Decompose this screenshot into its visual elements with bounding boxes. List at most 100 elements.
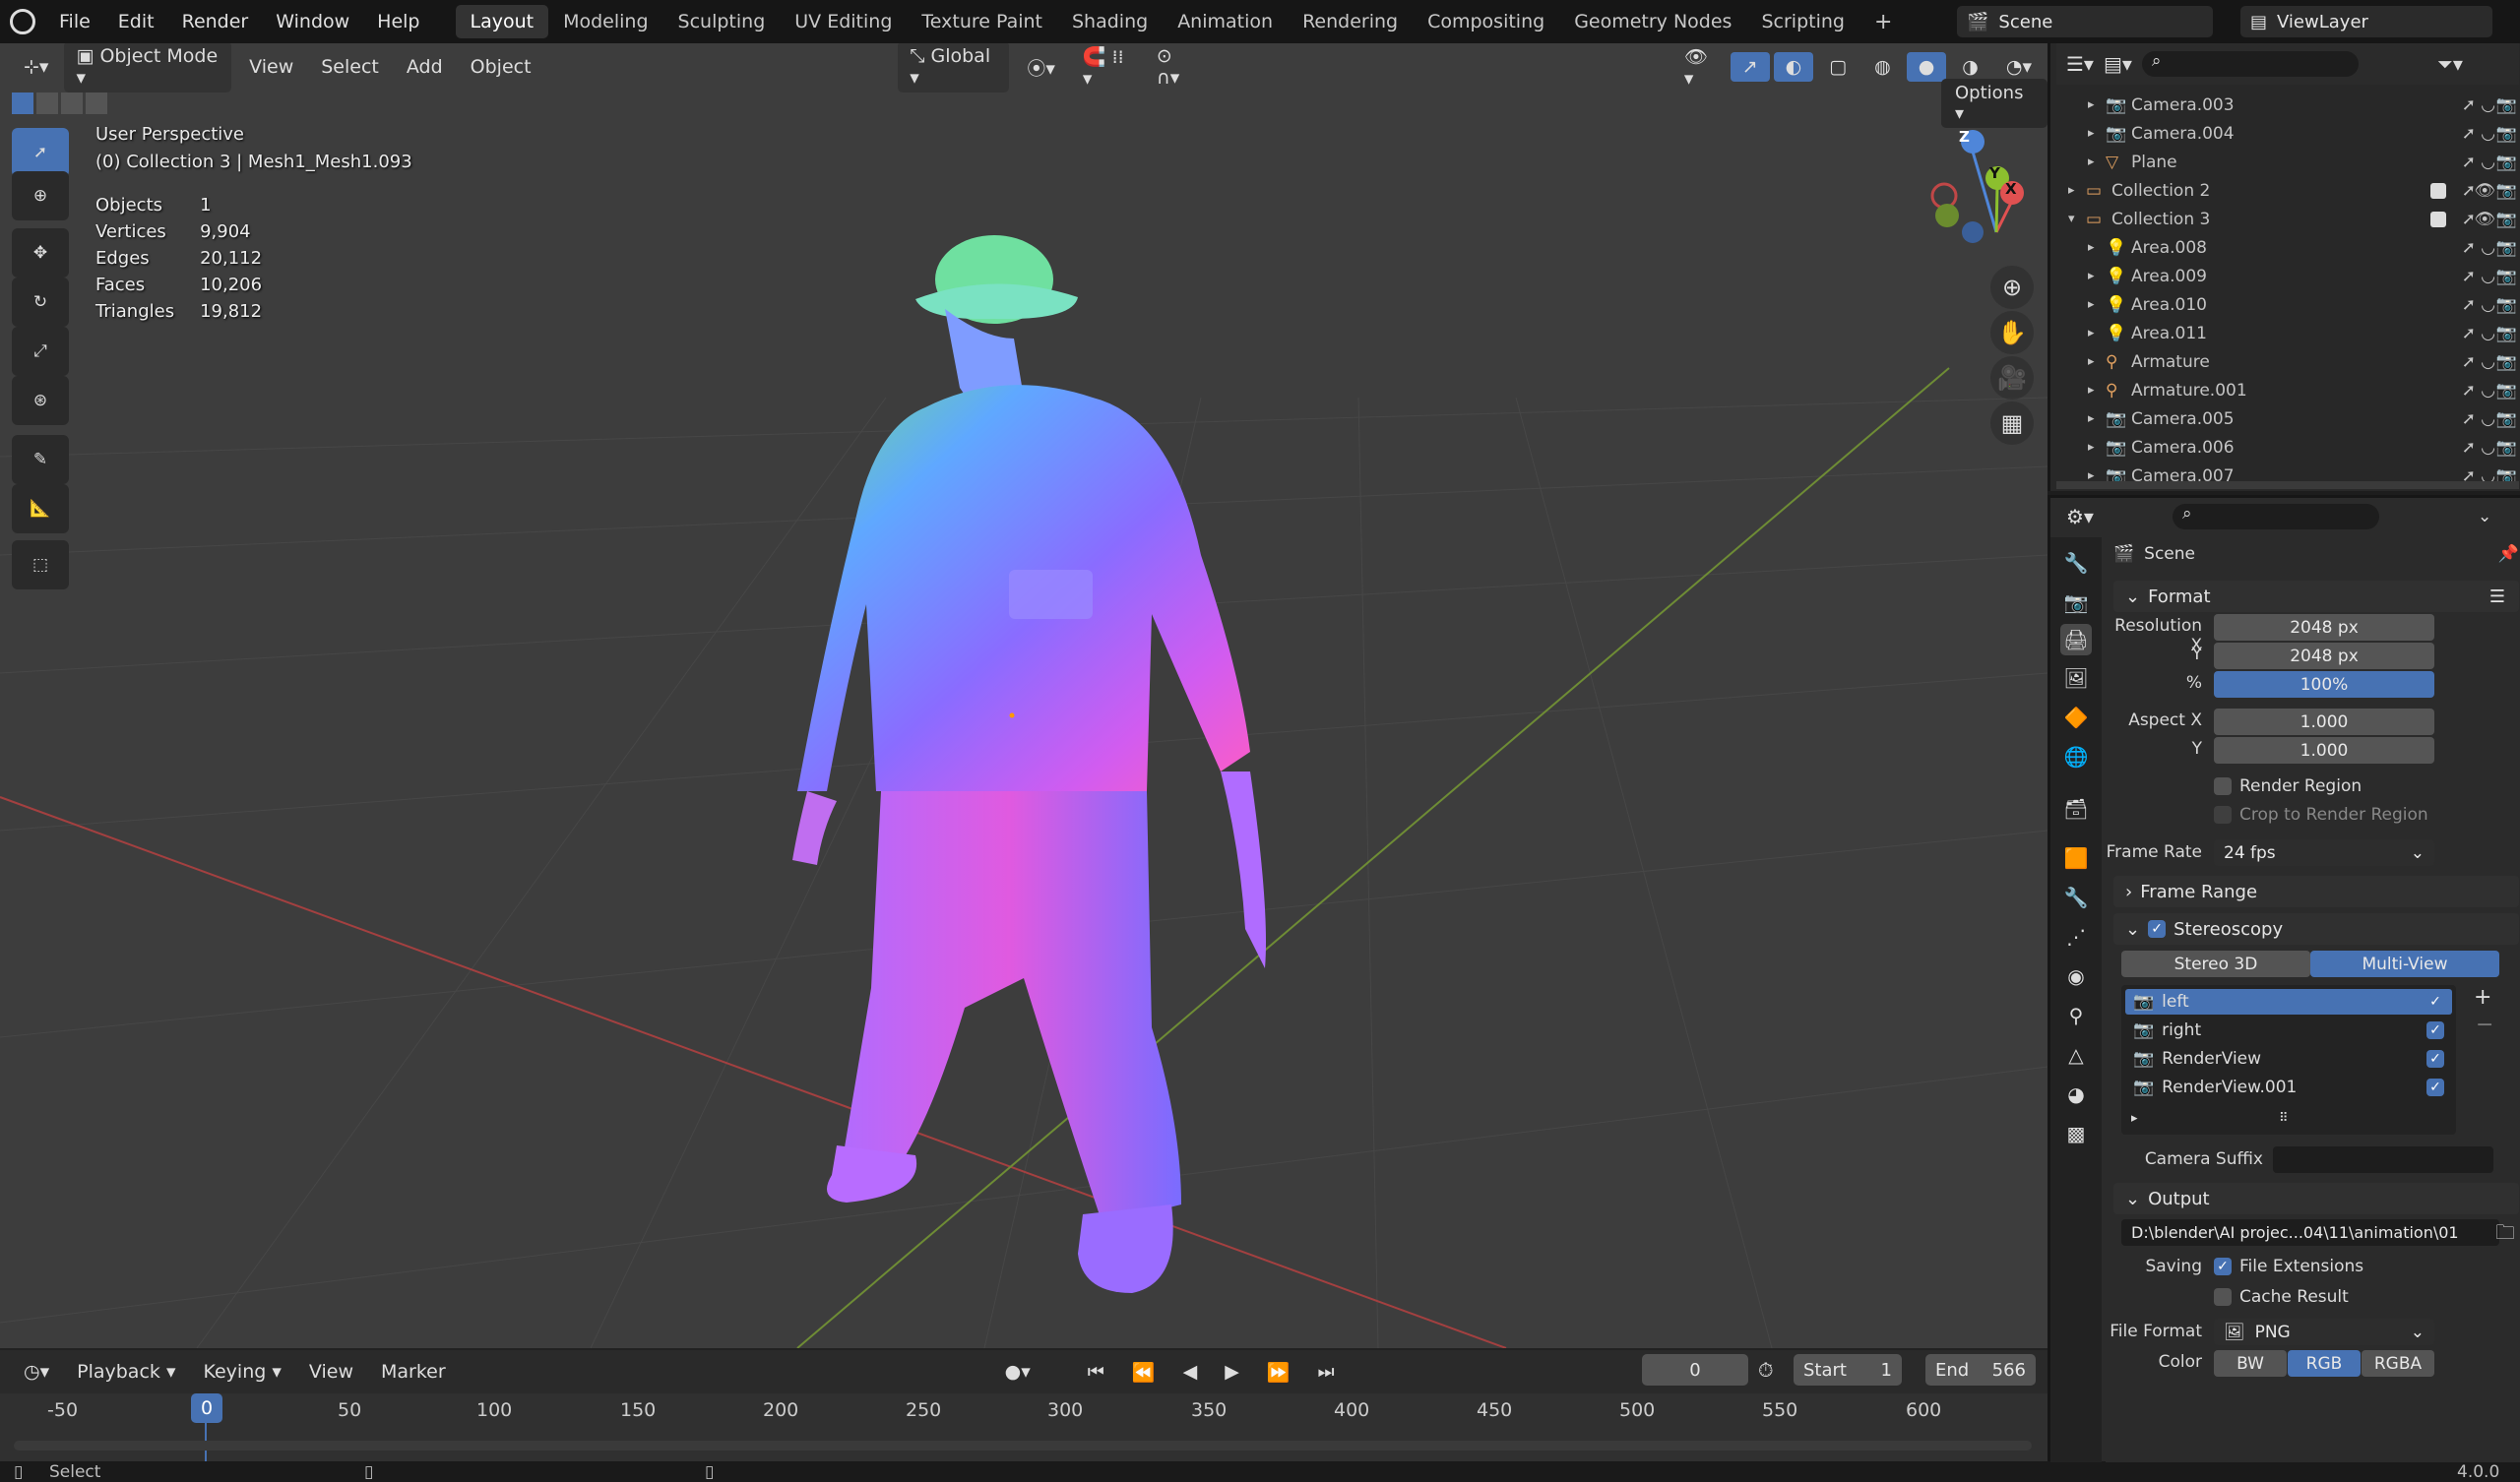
pan-hand-icon[interactable]: ✋ bbox=[1990, 311, 2034, 354]
outliner-row[interactable]: ▸ 💡 Area.009 ➚ ◡ 📷 bbox=[2050, 262, 2520, 290]
outliner-row[interactable]: ▸ 📷 Camera.005 ➚ ◡ 📷 bbox=[2050, 404, 2520, 433]
crop-region-checkbox[interactable]: Crop to Render Region bbox=[2214, 805, 2428, 825]
display-mode-icon[interactable]: ▤▾ bbox=[2104, 52, 2132, 76]
outliner-row[interactable]: ▸ 📷 Camera.006 ➚ ◡ 📷 bbox=[2050, 433, 2520, 462]
menu-timeline-view[interactable]: View bbox=[297, 1357, 365, 1387]
hide-viewport-icon[interactable]: ◡ bbox=[2481, 124, 2495, 144]
outliner-row[interactable]: ▸ 📷 Camera.004 ➚ ◡ 📷 bbox=[2050, 119, 2520, 148]
properties-editor[interactable]: ⚙▾ ⌕ ⌄ 🔧 📷 🖨 🖼 🔶 🌐 🗃 🟧 🔧 ⋰ ◉ ⚲ △ ◕ ▩ 🎬 S… bbox=[2048, 495, 2520, 1462]
restrict-select-icon[interactable]: ➚ bbox=[2462, 95, 2476, 115]
tab-sculpting[interactable]: Sculpting bbox=[663, 5, 781, 38]
hide-viewport-icon[interactable]: ◡ bbox=[2481, 238, 2495, 258]
selection-mode-buttons[interactable] bbox=[12, 93, 107, 114]
timeline-scrollbar[interactable] bbox=[14, 1441, 2032, 1451]
scene-selector[interactable]: 🎬 Scene bbox=[1957, 6, 2213, 37]
outliner-scrollbar[interactable] bbox=[2056, 481, 2519, 489]
format-panel-header[interactable]: ⌄ Format ☰ bbox=[2113, 581, 2519, 612]
outliner-row[interactable]: ▸ 📷 Camera.003 ➚ ◡ 📷 bbox=[2050, 91, 2520, 119]
list-filter-toggle-icon[interactable]: ▸ bbox=[2131, 1111, 2138, 1126]
tab-rendering[interactable]: Rendering bbox=[1288, 5, 1413, 38]
properties-editor-icon[interactable]: ⚙▾ bbox=[2066, 505, 2094, 528]
hide-viewport-icon[interactable]: ◡ bbox=[2481, 267, 2495, 286]
render-camera-icon[interactable]: 📷 bbox=[2496, 438, 2517, 458]
outliner-row[interactable]: ▸ ⚲ Armature ➚ ◡ 📷 bbox=[2050, 347, 2520, 376]
render-camera-icon[interactable]: 📷 bbox=[2496, 124, 2517, 144]
tab-compositing[interactable]: Compositing bbox=[1413, 5, 1559, 38]
world-tab-icon[interactable]: 🌐 bbox=[2060, 741, 2092, 772]
menu-object[interactable]: Object bbox=[459, 52, 543, 82]
zoom-icon[interactable]: ⊕ bbox=[1990, 266, 2034, 309]
hide-viewport-icon[interactable]: ◡ bbox=[2481, 381, 2495, 401]
jump-end-icon[interactable]: ⏭ bbox=[1306, 1357, 1347, 1387]
scene-tab-icon[interactable]: 🔶 bbox=[2060, 702, 2092, 733]
auto-key-icon[interactable]: ●▾ bbox=[993, 1357, 1042, 1387]
menu-view[interactable]: View bbox=[237, 52, 305, 82]
blender-logo-icon[interactable] bbox=[10, 9, 35, 34]
tab-shading[interactable]: Shading bbox=[1057, 5, 1163, 38]
physics-tab-icon[interactable]: ◉ bbox=[2060, 960, 2092, 992]
expand-arrow-icon[interactable]: ▸ bbox=[2088, 411, 2106, 426]
outliner-row[interactable]: ▸ ▽ Plane ➚ ◡ 📷 bbox=[2050, 148, 2520, 176]
tab-modeling[interactable]: Modeling bbox=[548, 5, 662, 38]
stereo-3d-button[interactable]: Stereo 3D bbox=[2121, 951, 2310, 977]
menu-marker[interactable]: Marker bbox=[369, 1357, 458, 1387]
menu-select[interactable]: Select bbox=[309, 52, 391, 82]
hide-viewport-icon[interactable]: 👁 bbox=[2474, 181, 2495, 201]
editor-type-icon[interactable]: ⊹▾ bbox=[12, 52, 60, 82]
restrict-select-icon[interactable]: ➚ bbox=[2462, 267, 2476, 286]
render-camera-icon[interactable]: 📷 bbox=[2496, 238, 2517, 258]
render-camera-icon[interactable]: 📷 bbox=[2496, 153, 2517, 172]
remove-view-icon[interactable]: − bbox=[2476, 1013, 2493, 1037]
select-new-icon[interactable] bbox=[12, 93, 33, 114]
tab-texture-paint[interactable]: Texture Paint bbox=[907, 5, 1057, 38]
tab-animation[interactable]: Animation bbox=[1163, 5, 1288, 38]
menu-render[interactable]: Render bbox=[168, 11, 263, 32]
restrict-select-icon[interactable]: ➚ bbox=[2462, 381, 2476, 401]
menu-file[interactable]: File bbox=[45, 11, 104, 32]
outliner[interactable]: ☰▾ ▤▾ ⌕ ⏷▾ ▸ 📷 Camera.003 ➚ ◡ 📷 ▸ 📷 Camera.004 ➚ ◡… bbox=[2048, 43, 2520, 491]
perspective-toggle-icon[interactable]: ▦ bbox=[1990, 401, 2034, 445]
view-enabled-checkbox[interactable]: ✓ bbox=[2426, 1079, 2444, 1096]
collapse-icon[interactable]: ⌄ bbox=[2478, 507, 2491, 526]
overlay-toggle-icon[interactable]: ◐ bbox=[1773, 52, 1814, 82]
list-resize-handle-icon[interactable]: ⠿ bbox=[2279, 1111, 2289, 1126]
outliner-search-input[interactable]: ⌕ bbox=[2141, 51, 2359, 77]
gizmo-toggle-icon[interactable]: ↗ bbox=[1730, 52, 1770, 82]
move-tool[interactable]: ✥ bbox=[12, 228, 69, 278]
playhead[interactable]: 0 bbox=[191, 1393, 222, 1423]
filter-icon[interactable]: ⏷▾ bbox=[2437, 52, 2463, 76]
pin-icon[interactable]: 📌 bbox=[2498, 544, 2519, 564]
color-rgba-button[interactable]: RGBA bbox=[2362, 1350, 2434, 1377]
render-camera-icon[interactable]: 📷 bbox=[2496, 352, 2517, 372]
hide-viewport-icon[interactable]: ◡ bbox=[2481, 295, 2495, 315]
expand-arrow-icon[interactable]: ▸ bbox=[2088, 440, 2106, 455]
annotate-tool[interactable]: ✎ bbox=[12, 435, 69, 484]
render-camera-icon[interactable]: 📷 bbox=[2496, 95, 2517, 115]
hide-viewport-icon[interactable]: ◡ bbox=[2481, 324, 2495, 343]
render-tab-icon[interactable]: 📷 bbox=[2060, 587, 2092, 618]
expand-arrow-icon[interactable]: ▸ bbox=[2088, 97, 2106, 112]
outliner-editor-icon[interactable]: ☰▾ bbox=[2066, 52, 2094, 76]
expand-arrow-icon[interactable]: ▸ bbox=[2068, 183, 2086, 198]
timeline-editor-type-icon[interactable]: ◷▾ bbox=[12, 1357, 61, 1387]
view-enabled-checkbox[interactable]: ✓ bbox=[2426, 1021, 2444, 1039]
camera-view-icon[interactable]: 🎥 bbox=[1990, 356, 2034, 400]
menu-keying[interactable]: Keying ▾ bbox=[191, 1357, 292, 1387]
list-item[interactable]: 📷 right ✓ bbox=[2125, 1018, 2452, 1043]
restrict-select-icon[interactable]: ➚ bbox=[2462, 124, 2476, 144]
outliner-row[interactable]: ▾ ▭ Collection 3 ➚ 👁 📷 bbox=[2050, 205, 2520, 233]
properties-search-input[interactable]: ⌕ bbox=[2172, 504, 2379, 529]
view-enabled-checkbox[interactable]: ✓ bbox=[2426, 1050, 2444, 1068]
render-camera-icon[interactable]: 📷 bbox=[2496, 409, 2517, 429]
select-subtract-icon[interactable] bbox=[61, 93, 83, 114]
outliner-row[interactable]: ▸ 💡 Area.008 ➚ ◡ 📷 bbox=[2050, 233, 2520, 262]
hide-viewport-icon[interactable]: ◡ bbox=[2481, 438, 2495, 458]
scale-tool[interactable]: ⤢ bbox=[12, 327, 69, 376]
menu-add[interactable]: Add bbox=[395, 52, 455, 82]
expand-arrow-icon[interactable]: ▸ bbox=[2088, 126, 2106, 141]
presets-icon[interactable]: ☰ bbox=[2489, 587, 2505, 607]
tool-tab-icon[interactable]: 🔧 bbox=[2060, 547, 2092, 579]
next-keyframe-icon[interactable]: ⏩ bbox=[1255, 1357, 1302, 1388]
play-reverse-icon[interactable]: ◀ bbox=[1171, 1357, 1210, 1387]
view-enabled-checkbox[interactable]: ✓ bbox=[2426, 993, 2444, 1011]
